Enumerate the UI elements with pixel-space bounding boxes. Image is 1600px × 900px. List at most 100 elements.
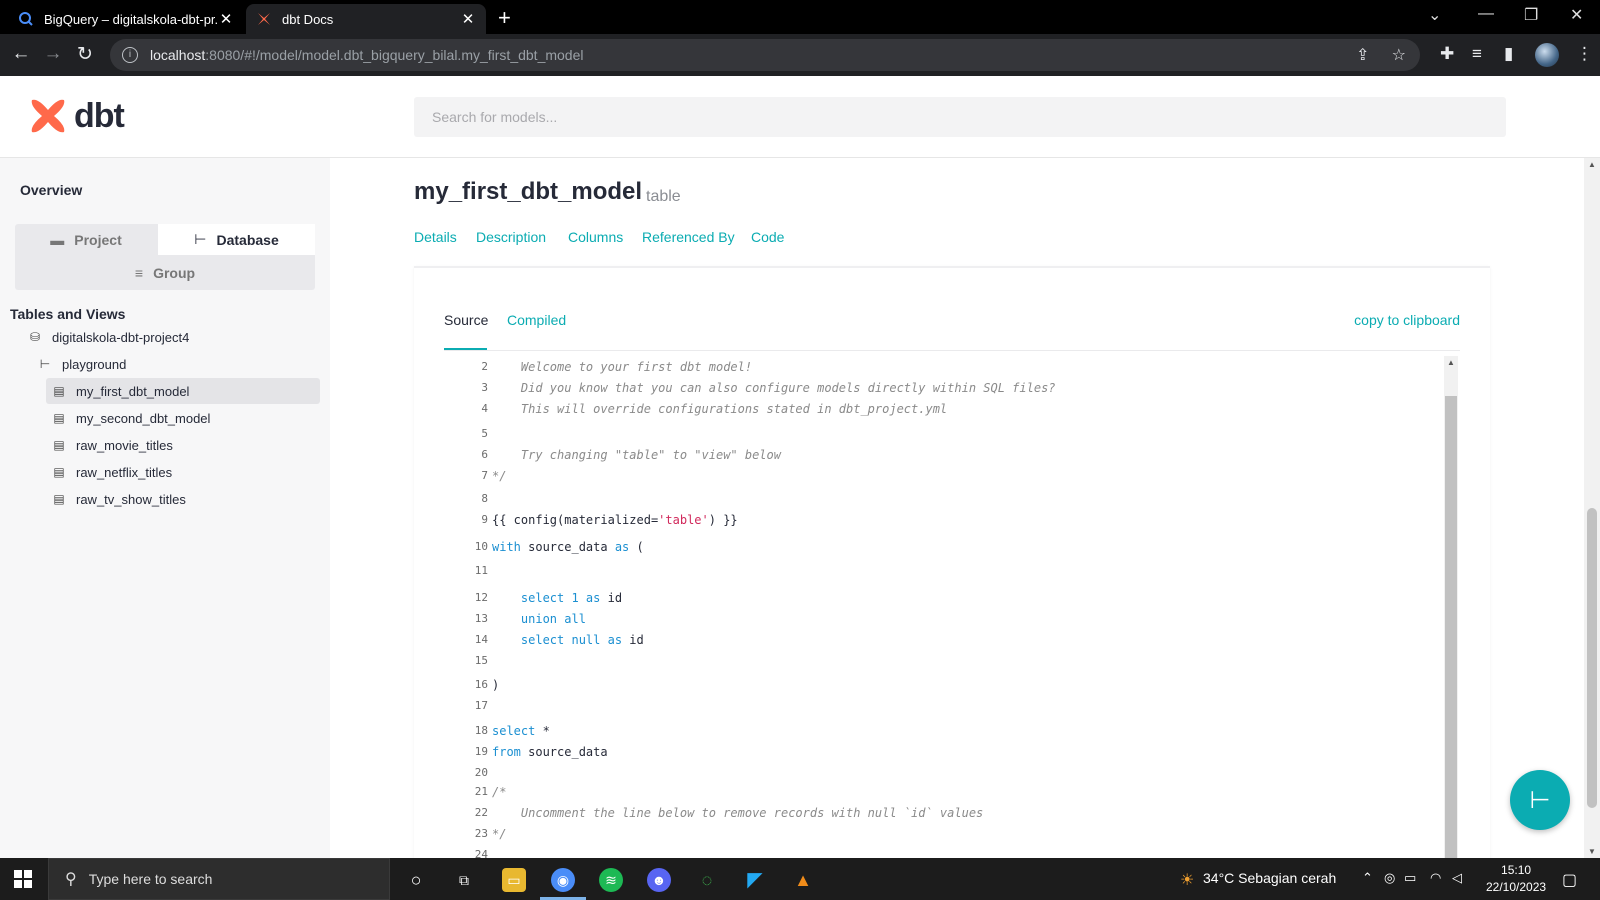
system-clock[interactable]: 15:10 22/10/2023 xyxy=(1486,862,1546,896)
model-search-input[interactable] xyxy=(414,97,1506,137)
code-token: source_data xyxy=(520,745,608,759)
url-path: :8080/#!/model/model.dbt_bigquery_bilal.… xyxy=(205,47,584,63)
code-text: select null as id xyxy=(492,633,644,647)
nav-referenced-by[interactable]: Referenced By xyxy=(642,229,735,245)
tree-model-item[interactable]: ▤ my_second_dbt_model xyxy=(52,405,210,431)
minimize-icon[interactable]: — xyxy=(1478,5,1494,23)
database-icon: ⛁ xyxy=(29,330,41,344)
new-tab-button[interactable]: + xyxy=(498,5,511,31)
dbt-logo[interactable]: dbt xyxy=(28,96,125,136)
line-number: 4 xyxy=(481,402,488,415)
back-icon[interactable]: ← xyxy=(10,43,32,65)
tree-model-item[interactable]: ▤ raw_netflix_titles xyxy=(52,459,172,485)
view-switcher: ▬ Project ⊢ Database ≡ Group xyxy=(15,224,315,290)
spotify-icon[interactable]: ≋ xyxy=(599,868,623,892)
task-view-icon[interactable]: ⧉ xyxy=(452,868,476,892)
file-icon: ▤ xyxy=(53,384,65,398)
weather-icon[interactable]: ☀ xyxy=(1180,870,1194,890)
line-number: 14 xyxy=(474,633,488,646)
tree-model-item[interactable]: ▤ raw_movie_titles xyxy=(52,432,173,458)
browser-tab-bigquery[interactable]: BigQuery – digitalskola-dbt-pr... ✕ xyxy=(8,4,244,34)
weather-text[interactable]: 34°C Sebagian cerah xyxy=(1203,870,1336,886)
overview-link[interactable]: Overview xyxy=(20,182,82,198)
nav-columns[interactable]: Columns xyxy=(568,229,623,245)
file-explorer-icon[interactable]: ▭ xyxy=(502,868,526,892)
refresh-app-icon[interactable]: ◌ xyxy=(695,868,719,892)
side-panel-icon[interactable]: ▮ xyxy=(1504,44,1513,64)
code-scrollbar[interactable]: ▲ xyxy=(1444,356,1458,868)
tab-title: dbt Docs xyxy=(282,11,334,27)
tree-schema[interactable]: ⊢ playground xyxy=(38,351,127,377)
forward-icon[interactable]: → xyxy=(42,43,64,65)
database-view-button[interactable]: ⊢ Database xyxy=(158,224,315,255)
tab-source[interactable]: Source xyxy=(444,312,488,328)
copy-to-clipboard-link[interactable]: copy to clipboard xyxy=(1354,312,1460,328)
battery-icon[interactable]: ▭ xyxy=(1404,870,1416,886)
group-view-button[interactable]: ≡ Group xyxy=(15,257,315,288)
code-line: 11 xyxy=(444,564,1434,584)
extensions-puzzle-icon[interactable]: ✚ xyxy=(1440,44,1454,64)
windows-taskbar: ⚲ Type here to search ○ ⧉ ▭ ◉ ≋ ☻ ◌ ◤ ▲ … xyxy=(0,858,1600,900)
tab-search-chevron-icon[interactable]: ⌄ xyxy=(1428,5,1441,25)
windows-start-icon[interactable] xyxy=(14,870,32,888)
nav-details[interactable]: Details xyxy=(414,229,457,245)
close-window-icon[interactable]: ✕ xyxy=(1570,5,1583,25)
discord-icon[interactable]: ☻ xyxy=(647,868,671,892)
chrome-icon[interactable]: ◉ xyxy=(551,868,575,892)
code-line: 3 Did you know that you can also configu… xyxy=(444,381,1434,401)
bookmark-star-icon[interactable]: ☆ xyxy=(1392,47,1406,64)
lineage-graph-button[interactable]: ⊢ xyxy=(1510,770,1570,830)
project-view-button[interactable]: ▬ Project xyxy=(15,224,157,255)
show-hidden-icons-chevron[interactable]: ⌃ xyxy=(1362,870,1373,886)
vscode-icon[interactable]: ◤ xyxy=(743,868,767,892)
nav-code[interactable]: Code xyxy=(751,229,784,245)
tab-title: BigQuery – digitalskola-dbt-pr... xyxy=(44,11,218,27)
tree-model-label: my_first_dbt_model xyxy=(76,383,190,399)
close-tab-icon[interactable]: ✕ xyxy=(218,10,234,28)
project-label: Project xyxy=(74,231,122,248)
address-bar[interactable]: i localhost :8080/#!/model/model.dbt_big… xyxy=(110,39,1420,71)
tab-compiled[interactable]: Compiled xyxy=(507,312,566,328)
browser-menu-icon[interactable]: ⋮ xyxy=(1576,44,1593,64)
code-text: select * xyxy=(492,724,550,738)
folder-icon: ▬ xyxy=(50,231,65,248)
media-queue-icon[interactable]: ≡ xyxy=(1472,44,1482,64)
vlc-icon[interactable]: ▲ xyxy=(791,868,815,892)
code-line: 22 Uncomment the line below to remove re… xyxy=(444,806,1434,826)
clock-date: 22/10/2023 xyxy=(1486,880,1547,894)
nav-description[interactable]: Description xyxy=(476,229,546,245)
camera-icon[interactable]: ◎ xyxy=(1384,870,1395,886)
close-tab-icon[interactable]: ✕ xyxy=(460,10,476,28)
wifi-icon[interactable]: ◠ xyxy=(1430,870,1441,886)
notification-icon[interactable]: ▢ xyxy=(1562,870,1577,890)
scroll-up-icon[interactable]: ▲ xyxy=(1444,358,1458,367)
code-token: Did you know that you can also configure… xyxy=(492,381,1056,395)
tree-model-item[interactable]: ▤ my_first_dbt_model xyxy=(46,378,320,404)
cortana-icon[interactable]: ○ xyxy=(404,868,428,892)
scroll-up-icon[interactable]: ▲ xyxy=(1584,160,1600,169)
reload-icon[interactable]: ↻ xyxy=(74,43,96,66)
page-scrollbar[interactable]: ▲ ▼ xyxy=(1584,158,1600,858)
search-icon: ⚲ xyxy=(65,871,77,888)
taskbar-search[interactable]: ⚲ Type here to search xyxy=(48,858,390,900)
scroll-down-icon[interactable]: ▼ xyxy=(1584,847,1600,856)
browser-tab-dbt-docs[interactable]: dbt Docs ✕ xyxy=(246,4,486,34)
tree-database[interactable]: ⛁ digitalskola-dbt-project4 xyxy=(28,324,189,350)
browser-tab-strip: BigQuery – digitalskola-dbt-pr... ✕ dbt … xyxy=(0,0,1600,34)
volume-icon[interactable]: ◁ xyxy=(1452,870,1462,886)
site-info-icon[interactable]: i xyxy=(122,47,138,63)
tree-model-item[interactable]: ▤ raw_tv_show_titles xyxy=(52,486,186,512)
line-number: 9 xyxy=(481,513,488,526)
code-token: Welcome to your first dbt model! xyxy=(492,360,753,374)
line-number: 21 xyxy=(474,785,488,798)
restore-icon[interactable]: ❐ xyxy=(1524,5,1538,25)
profile-avatar[interactable] xyxy=(1535,43,1559,67)
page-scroll-thumb[interactable] xyxy=(1587,508,1597,808)
share-icon[interactable]: ⇪ xyxy=(1356,47,1369,64)
model-type: table xyxy=(646,188,681,205)
code-token: This will override configurations stated… xyxy=(492,402,948,416)
code-token: {{ config(materialized= xyxy=(492,513,659,527)
code-block[interactable]: 2 Welcome to your first dbt model! 3 Did … xyxy=(444,356,1434,868)
code-scroll-thumb[interactable] xyxy=(1445,396,1457,868)
taskbar-search-label: Type here to search xyxy=(88,871,213,887)
